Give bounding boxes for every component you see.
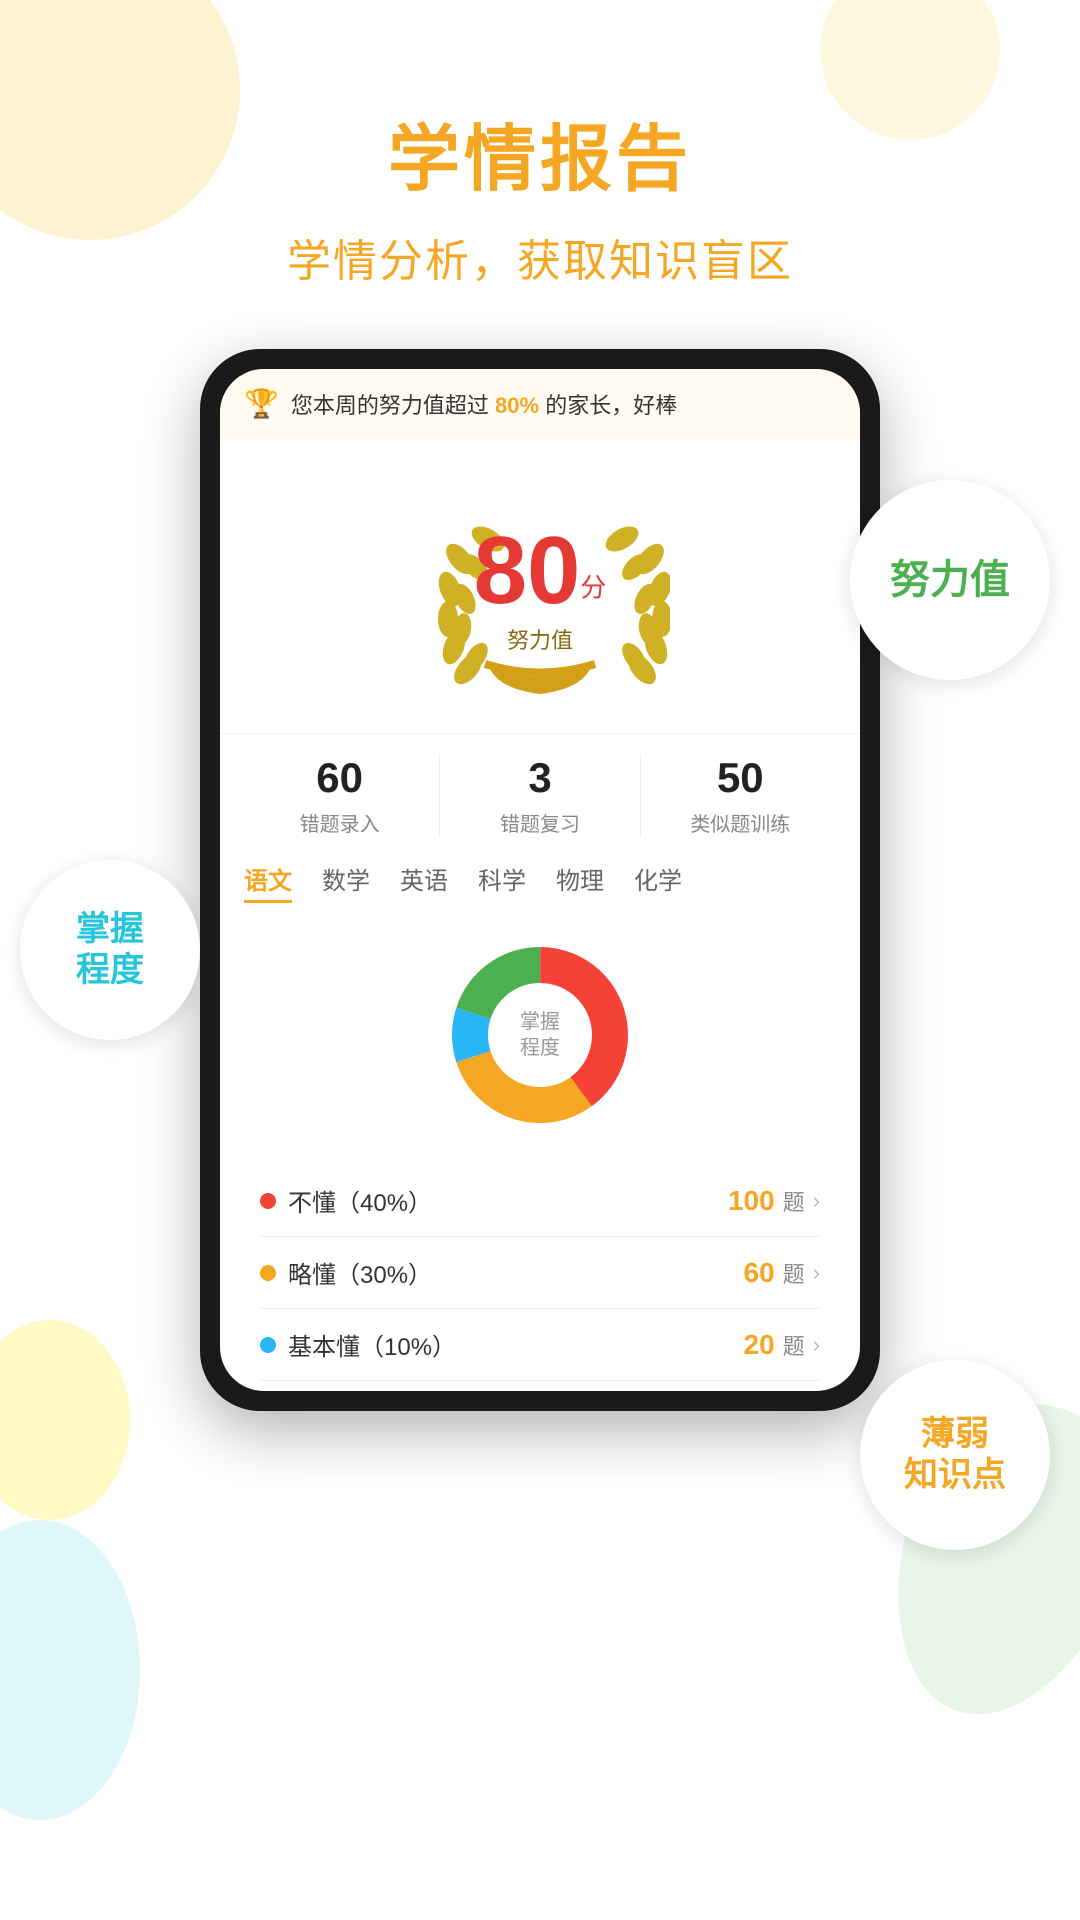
legend-right-2: 20 题 ›	[744, 1329, 821, 1361]
legend-text-1: 略懂（30%）	[288, 1255, 432, 1290]
stat-number-wrong-review: 3	[440, 754, 639, 802]
legend-text-0: 不懂（40%）	[288, 1183, 432, 1218]
tab-chinese[interactable]: 语文	[244, 861, 292, 903]
legend-arrow-2: ›	[813, 1332, 820, 1358]
score-number: 80	[474, 517, 581, 624]
legend-dot-2	[260, 1337, 276, 1353]
legend-unit-0: 题	[783, 1185, 805, 1217]
phone-frame: 🏆 您本周的努力值超过 80% 的家长，好棒	[200, 349, 880, 1411]
legend-count-0: 100	[728, 1185, 775, 1217]
legend-count-2: 20	[744, 1329, 775, 1361]
stat-wrong-entry: 60 错题录入	[240, 754, 440, 837]
tab-english[interactable]: 英语	[400, 861, 448, 903]
bg-decoration-mid	[0, 1320, 130, 1520]
legend-item-1[interactable]: 略懂（30%） 60 题 ›	[260, 1237, 820, 1309]
stat-label-wrong-entry: 错题录入	[240, 808, 439, 837]
page-title: 学情报告	[0, 100, 1080, 205]
banner-highlight: 80%	[495, 393, 539, 418]
wreath-container: 80分 努力值	[410, 469, 670, 709]
legend-unit-2: 题	[783, 1329, 805, 1361]
legend-right-1: 60 题 ›	[744, 1257, 821, 1289]
subject-tabs: 语文 数学 英语 科学 物理 化学	[220, 837, 860, 915]
legend-unit-1: 题	[783, 1257, 805, 1289]
stat-wrong-review: 3 错题复习	[440, 754, 640, 837]
legend-left-2: 基本懂（10%）	[260, 1327, 456, 1362]
legend-left-0: 不懂（40%）	[260, 1183, 432, 1218]
legend-text-2: 基本懂（10%）	[288, 1327, 456, 1362]
stat-number-wrong-entry: 60	[240, 754, 439, 802]
tab-math[interactable]: 数学	[322, 861, 370, 903]
bg-decoration-bottomleft	[0, 1520, 140, 1820]
effort-section: 80分 努力值	[220, 439, 860, 733]
float-effort-label: 努力值	[850, 480, 1050, 680]
float-weak-label: 薄弱 知识点	[860, 1360, 1050, 1550]
stat-similar-train: 50 类似题训练	[641, 754, 840, 837]
legend-item-0[interactable]: 不懂（40%） 100 题 ›	[260, 1165, 820, 1237]
banner-text: 您本周的努力值超过 80% 的家长，好棒	[291, 388, 677, 420]
page-subtitle: 学情分析，获取知识盲区	[0, 225, 1080, 289]
score-center: 80分 努力值	[474, 523, 607, 655]
legend-arrow-1: ›	[813, 1260, 820, 1286]
legend-dot-0	[260, 1193, 276, 1209]
effort-banner: 🏆 您本周的努力值超过 80% 的家长，好棒	[220, 369, 860, 439]
phone-mockup: 🏆 您本周的努力值超过 80% 的家长，好棒	[200, 349, 880, 1411]
score-label: 努力值	[474, 623, 607, 655]
trophy-icon: 🏆	[244, 387, 279, 420]
stat-label-wrong-review: 错题复习	[440, 808, 639, 837]
phone-screen: 🏆 您本周的努力值超过 80% 的家长，好棒	[220, 369, 860, 1391]
legend-count-1: 60	[744, 1257, 775, 1289]
legend-list: 不懂（40%） 100 题 › 略懂（30%） 60 题	[220, 1155, 860, 1391]
donut-center-label: 掌握程度	[520, 1009, 560, 1061]
donut-chart: 掌握程度	[440, 935, 640, 1135]
header: 学情报告 学情分析，获取知识盲区	[0, 0, 1080, 289]
stat-number-similar-train: 50	[641, 754, 840, 802]
legend-left-1: 略懂（30%）	[260, 1255, 432, 1290]
float-mastery-label: 掌握 程度	[20, 860, 200, 1040]
tab-science[interactable]: 科学	[478, 861, 526, 903]
tab-physics[interactable]: 物理	[556, 861, 604, 903]
legend-dot-1	[260, 1265, 276, 1281]
chart-section: 掌握程度	[220, 915, 860, 1155]
stats-row: 60 错题录入 3 错题复习 50 类似题训练	[220, 733, 860, 837]
legend-item-2[interactable]: 基本懂（10%） 20 题 ›	[260, 1309, 820, 1381]
legend-right-0: 100 题 ›	[728, 1185, 820, 1217]
legend-arrow-0: ›	[813, 1188, 820, 1214]
stat-label-similar-train: 类似题训练	[641, 808, 840, 837]
tab-chemistry[interactable]: 化学	[634, 861, 682, 903]
